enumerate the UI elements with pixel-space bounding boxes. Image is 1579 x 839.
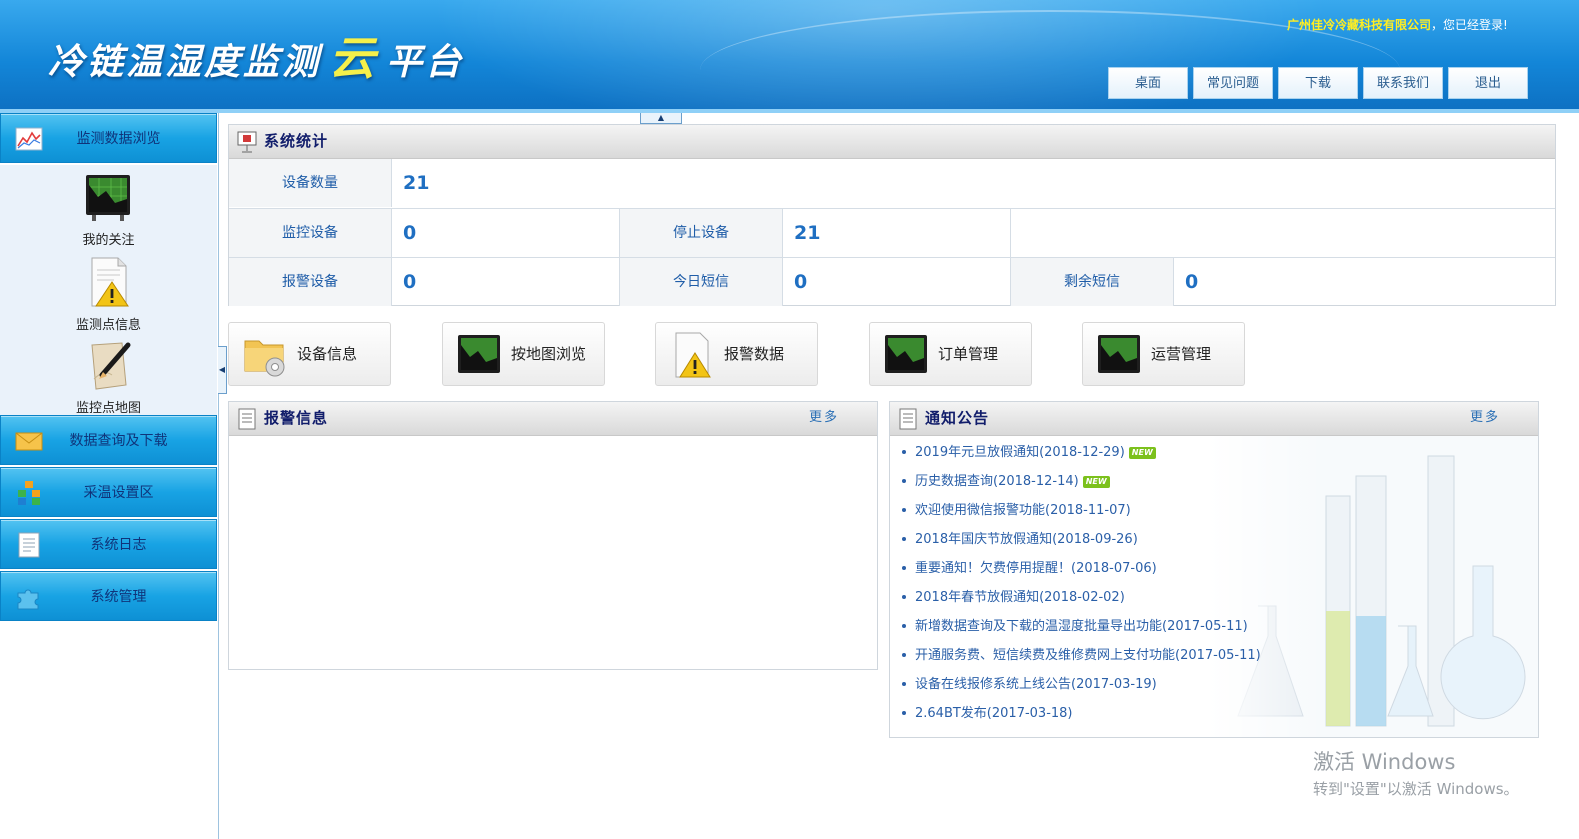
notice-item[interactable]: 开通服务费、短信续费及维修费网上支付功能(2017-05-11) <box>902 641 1261 670</box>
platform-logo: 冷链温湿度监测云平台 <box>48 31 465 85</box>
list-document-icon <box>899 408 917 430</box>
sidebar-menu-system-log[interactable]: 系统日志 <box>0 519 217 569</box>
notice-panel: 通知公告 更多 2019年元旦放假通知(2018-12-29) NEW 历史数据… <box>889 401 1539 738</box>
quick-link-map-browse[interactable]: 按地图浏览 <box>442 322 605 386</box>
sidebar-menu-label: 系统日志 <box>90 537 147 553</box>
sms-remaining-label: 剩余短信 <box>1011 258 1174 306</box>
company-name: 广州佳冷冷藏科技有限公司 <box>1287 18 1432 32</box>
notice-item[interactable]: 历史数据查询(2018-12-14) NEW <box>902 467 1261 496</box>
notice-item[interactable]: 2018年国庆节放假通知(2018-09-26) <box>902 525 1261 554</box>
sms-today-label: 今日短信 <box>620 258 783 306</box>
sidebar-menu-label: 监测数据浏览 <box>76 131 161 147</box>
notice-list: 2019年元旦放假通知(2018-12-29) NEW 历史数据查询(2018-1… <box>902 438 1261 728</box>
alarm-device-label: 报警设备 <box>229 258 392 306</box>
windows-activation-watermark: 激活 Windows 转到"设置"以激活 Windows。 <box>1313 750 1519 798</box>
presentation-board-icon <box>237 131 257 153</box>
collapse-header-toggle[interactable]: ▲ <box>640 113 682 124</box>
sidebar-menu-label: 采温设置区 <box>83 485 154 501</box>
notice-item[interactable]: 新增数据查询及下载的温湿度批量导出功能(2017-05-11) <box>902 612 1261 641</box>
chart-board-icon <box>458 335 500 373</box>
sidebar-item-monitor-map[interactable]: 监控点地图 <box>0 339 217 416</box>
blocks-icon <box>18 481 40 505</box>
app-root: 冷链温湿度监测云平台 广州佳冷冷藏科技有限公司，您已经登录! 桌面 常见问题 下… <box>0 0 1579 839</box>
chart-board-icon <box>1098 335 1140 373</box>
notice-item[interactable]: 欢迎使用微信报警功能(2018-11-07) <box>902 496 1261 525</box>
warning-document-icon <box>675 332 711 378</box>
stopped-device-label: 停止设备 <box>620 209 783 257</box>
sidebar-menu-data-query[interactable]: 数据查询及下载 <box>0 415 217 465</box>
quick-link-alarm-data[interactable]: 报警数据 <box>655 322 818 386</box>
panel-title: 通知公告 <box>925 409 990 427</box>
empty-cell <box>1011 209 1555 257</box>
table-row: 报警设备 0 今日短信 0 剩余短信 0 <box>229 257 1555 306</box>
chart-board-icon <box>85 175 130 221</box>
nav-logout-button[interactable]: 退出 <box>1448 67 1528 99</box>
alarm-info-panel: 报警信息 更多 <box>228 401 878 670</box>
monitor-device-value: 0 <box>392 209 620 257</box>
line-chart-icon <box>15 127 43 151</box>
device-count-value: 21 <box>403 172 430 194</box>
sidebar-submenu: 我的关注 监测点信息 监控点地图 <box>0 165 217 416</box>
notice-item[interactable]: 2019年元旦放假通知(2018-12-29) NEW <box>902 438 1261 467</box>
monitor-device-label: 监控设备 <box>229 209 392 257</box>
stopped-device-value: 21 <box>783 209 1011 257</box>
quick-link-device-info[interactable]: 设备信息 <box>228 322 391 386</box>
notice-item[interactable]: 设备在线报修系统上线公告(2017-03-19) <box>902 670 1261 699</box>
sidebar: 监测数据浏览 我的关注 监测点信息 监控点地图 数据查询及下载 采温设置区 系统… <box>0 113 219 839</box>
sms-today-value: 0 <box>783 258 1011 306</box>
login-status: 广州佳冷冷藏科技有限公司，您已经登录! <box>1287 18 1508 32</box>
quick-link-order-management[interactable]: 订单管理 <box>869 322 1032 386</box>
warning-document-icon <box>91 257 129 307</box>
nav-desktop-button[interactable]: 桌面 <box>1108 67 1188 99</box>
sidebar-menu-system-admin[interactable]: 系统管理 <box>0 571 217 621</box>
folder-gear-icon <box>244 340 285 377</box>
sidebar-menu-label: 系统管理 <box>90 589 147 605</box>
panel-title: 系统统计 <box>264 132 329 150</box>
panel-title: 报警信息 <box>264 409 329 427</box>
table-row: 监控设备 0 停止设备 21 <box>229 208 1555 257</box>
new-badge-icon: NEW <box>1082 475 1110 488</box>
header-banner: 冷链温湿度监测云平台 广州佳冷冷藏科技有限公司，您已经登录! 桌面 常见问题 下… <box>0 0 1579 113</box>
chart-board-icon <box>885 335 927 373</box>
sidebar-item-my-follow[interactable]: 我的关注 <box>0 173 217 248</box>
sidebar-menu-sampling-settings[interactable]: 采温设置区 <box>0 467 217 517</box>
puzzle-icon <box>17 589 39 610</box>
notice-item[interactable]: 重要通知！欠费停用提醒！(2018-07-06) <box>902 554 1261 583</box>
panel-header: 通知公告 更多 <box>890 402 1538 436</box>
device-count-label: 设备数量 <box>229 159 392 207</box>
panel-header: 系统统计 <box>229 125 1555 159</box>
sidebar-menu-monitor-data[interactable]: 监测数据浏览 <box>0 113 217 163</box>
notice-item[interactable]: 2.64BT发布(2017-03-18) <box>902 699 1261 728</box>
alarm-device-value: 0 <box>392 258 620 306</box>
log-document-icon <box>18 532 40 558</box>
table-row: 设备数量 21 <box>229 159 1555 208</box>
nav-download-button[interactable]: 下载 <box>1278 67 1358 99</box>
map-pen-icon <box>90 342 130 390</box>
sidebar-item-monitor-point-info[interactable]: 监测点信息 <box>0 256 217 333</box>
system-stats-panel: 系统统计 设备数量 21 监控设备 0 停止设备 21 报警设备 0 今日短信 … <box>228 124 1556 306</box>
new-badge-icon: NEW <box>1128 446 1156 459</box>
envelope-icon <box>15 432 43 451</box>
alarm-more-link[interactable]: 更多 <box>809 402 839 434</box>
sidebar-menu-label: 数据查询及下载 <box>69 433 168 449</box>
panel-header: 报警信息 更多 <box>229 402 877 436</box>
quick-link-operation-management[interactable]: 运营管理 <box>1082 322 1245 386</box>
collapse-sidebar-toggle[interactable]: ◀ <box>218 346 227 394</box>
notice-item[interactable]: 2018年春节放假通知(2018-02-02) <box>902 583 1261 612</box>
nav-faq-button[interactable]: 常见问题 <box>1193 67 1273 99</box>
nav-contact-button[interactable]: 联系我们 <box>1363 67 1443 99</box>
list-document-icon <box>238 408 256 430</box>
sms-remaining-value: 0 <box>1185 271 1199 293</box>
notice-more-link[interactable]: 更多 <box>1470 402 1500 434</box>
top-nav: 桌面 常见问题 下载 联系我们 退出 <box>1108 67 1528 99</box>
stats-table: 设备数量 21 监控设备 0 停止设备 21 报警设备 0 今日短信 0 剩余短… <box>229 159 1555 306</box>
